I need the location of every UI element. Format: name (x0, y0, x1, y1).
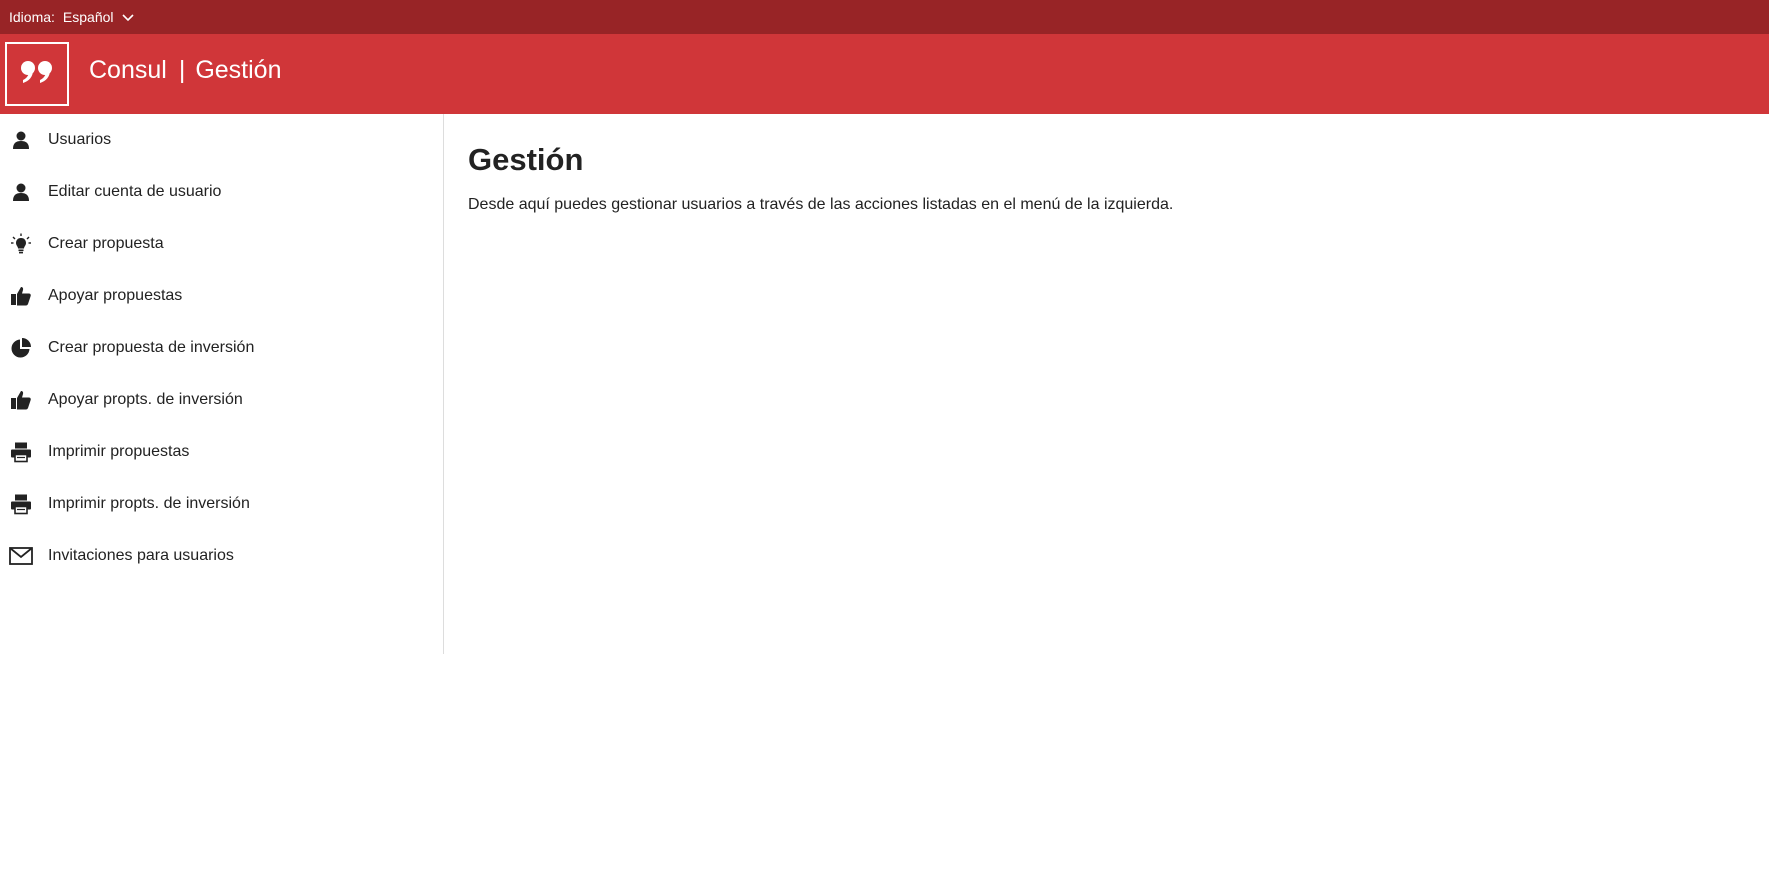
quote-icon (20, 59, 54, 90)
sidebar-item-label: Editar cuenta de usuario (48, 183, 222, 200)
page-title: Gestión (468, 142, 584, 177)
logo[interactable] (5, 42, 69, 106)
sidebar-item-invitaciones[interactable]: Invitaciones para usuarios (0, 530, 443, 582)
language-label: Idioma: (9, 9, 55, 25)
sidebar-item-imprimir-propuestas[interactable]: Imprimir propuestas (0, 426, 443, 478)
user-icon (8, 179, 34, 205)
brand-title[interactable]: Consul | Gestión (89, 56, 282, 85)
sidebar-item-label: Invitaciones para usuarios (48, 547, 234, 564)
brand-separator: | (178, 56, 186, 84)
language-select[interactable]: Español (63, 9, 134, 25)
thumbs-up-icon (8, 283, 34, 309)
pie-chart-icon (8, 335, 34, 361)
section-name: Gestión (195, 56, 282, 84)
sidebar-item-label: Crear propuesta de inversión (48, 339, 255, 356)
printer-icon (8, 439, 34, 465)
language-value: Español (62, 9, 114, 25)
sidebar-item-editar-cuenta[interactable]: Editar cuenta de usuario (0, 166, 443, 218)
sidebar-item-label: Usuarios (48, 131, 112, 148)
sidebar-item-crear-inversion[interactable]: Crear propuesta de inversión (0, 322, 443, 374)
language-bar: Idioma: Español (0, 0, 1769, 34)
sidebar-item-label: Apoyar propts. de inversión (48, 391, 243, 408)
printer-icon (8, 491, 34, 517)
sidebar-item-crear-propuesta[interactable]: Crear propuesta (0, 218, 443, 270)
app-name: Consul (89, 56, 167, 84)
page-description: Desde aquí puedes gestionar usuarios a t… (468, 196, 1174, 213)
sidebar-item-label: Crear propuesta (48, 235, 164, 252)
sidebar-item-usuarios[interactable]: Usuarios (0, 114, 443, 166)
sidebar-item-apoyar-propuestas[interactable]: Apoyar propuestas (0, 270, 443, 322)
chevron-down-icon (121, 9, 134, 25)
sidebar-item-imprimir-inversion[interactable]: Imprimir propts. de inversión (0, 478, 443, 530)
sidebar-item-apoyar-inversion[interactable]: Apoyar propts. de inversión (0, 374, 443, 426)
sidebar-item-label: Imprimir propts. de inversión (48, 495, 250, 512)
sidebar-item-label: Apoyar propuestas (48, 287, 183, 304)
thumbs-up-icon (8, 387, 34, 413)
sidebar-menu: Usuarios Editar cuenta de usuario Crear … (0, 114, 444, 654)
envelope-icon (8, 543, 34, 569)
user-icon (8, 127, 34, 153)
lightbulb-icon (8, 231, 34, 257)
main-content: Gestión Desde aquí puedes gestionar usua… (468, 140, 1748, 216)
sidebar-item-label: Imprimir propuestas (48, 443, 190, 460)
site-header: Consul | Gestión (0, 34, 1769, 114)
